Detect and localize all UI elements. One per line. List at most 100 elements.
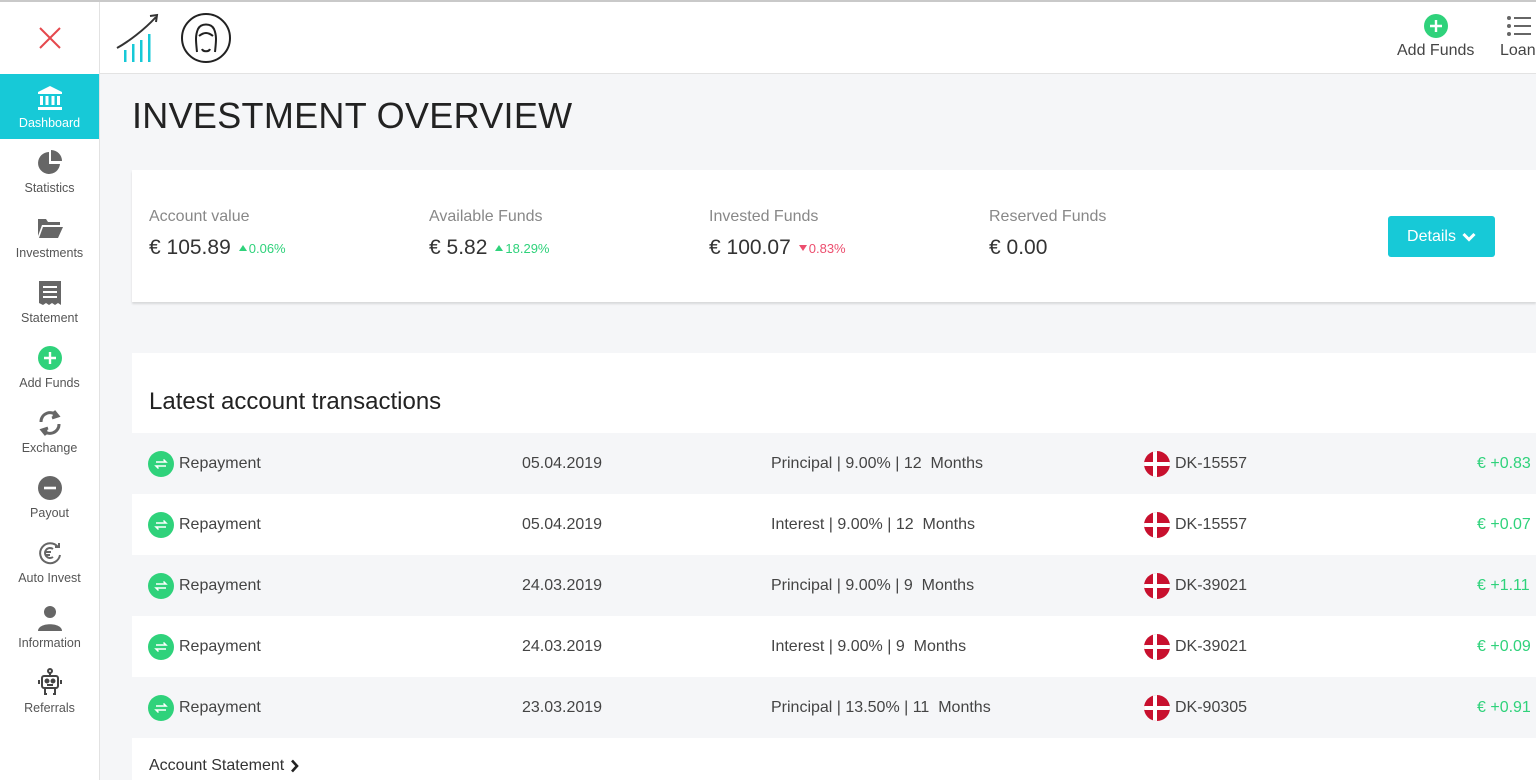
invested-funds-change: 0.83% bbox=[798, 240, 846, 256]
transaction-amount: € +1.11 bbox=[1477, 576, 1530, 594]
invested-funds-change-text: 0.83% bbox=[808, 240, 846, 256]
repayment-icon bbox=[148, 450, 174, 477]
sidebar-item-label: Information bbox=[18, 635, 81, 650]
denmark-flag-icon bbox=[1144, 633, 1170, 660]
receipt-icon bbox=[36, 279, 64, 307]
plus-circle-icon bbox=[1423, 12, 1449, 40]
sidebar-item-exchange[interactable]: Exchange bbox=[0, 399, 99, 464]
chevron-down-icon bbox=[1462, 232, 1476, 242]
table-row[interactable]: Repayment 24.03.2019 Interest | 9.00% | … bbox=[132, 616, 1536, 677]
repayment-icon bbox=[148, 694, 174, 721]
sidebar-item-label: Investments bbox=[15, 245, 84, 260]
invested-funds-label: Invested Funds bbox=[709, 208, 819, 225]
table-row[interactable]: Repayment 05.04.2019 Interest | 9.00% | … bbox=[132, 494, 1536, 555]
available-funds-stat: Available Funds € 5.82 18.29% bbox=[429, 208, 549, 260]
account-value-stat: Account value € 105.89 0.06% bbox=[149, 208, 286, 260]
user-avatar-icon bbox=[181, 13, 231, 63]
invested-funds-stat: Invested Funds € 100.07 0.83% bbox=[709, 208, 846, 260]
sidebar-item-payout[interactable]: Payout bbox=[0, 464, 99, 529]
account-statement-link[interactable]: Account Statement bbox=[149, 757, 299, 775]
transaction-date: 05.04.2019 bbox=[522, 454, 603, 472]
avatar[interactable] bbox=[180, 12, 232, 69]
repayment-icon bbox=[148, 633, 174, 660]
sidebar-item-label: Auto Invest bbox=[18, 570, 81, 585]
transaction-description: Principal | 13.50% | 11 Months bbox=[771, 698, 991, 716]
reserved-funds-label: Reserved Funds bbox=[989, 208, 1107, 225]
list-icon bbox=[1505, 12, 1531, 40]
sidebar-item-add-funds[interactable]: Add Funds bbox=[0, 334, 99, 399]
available-funds-label: Available Funds bbox=[429, 208, 543, 225]
sidebar-item-statistics[interactable]: Statistics bbox=[0, 139, 99, 204]
sidebar-item-label: Exchange bbox=[21, 440, 78, 455]
arrow-up-icon bbox=[238, 245, 247, 251]
sidebar-item-information[interactable]: Information bbox=[0, 594, 99, 659]
transaction-type: Repayment bbox=[179, 515, 261, 533]
repayment-icon bbox=[148, 572, 174, 599]
sidebar-item-label: Dashboard bbox=[18, 115, 81, 130]
account-value-change: 0.06% bbox=[238, 240, 286, 256]
sidebar-item-investments[interactable]: Investments bbox=[0, 204, 99, 269]
denmark-flag-icon bbox=[1144, 694, 1170, 721]
arrow-down-icon bbox=[798, 245, 807, 251]
brand-logo[interactable] bbox=[114, 10, 162, 71]
transaction-description: Principal | 9.00% | 9 Months bbox=[771, 576, 975, 594]
transaction-amount: € +0.91 bbox=[1477, 698, 1531, 716]
close-menu-button[interactable] bbox=[0, 2, 99, 74]
sidebar-item-referrals[interactable]: Referrals bbox=[0, 659, 99, 724]
account-value-amount: € 105.89 bbox=[149, 236, 231, 259]
pie-chart-icon bbox=[36, 149, 64, 177]
plus-circle-icon bbox=[37, 344, 63, 372]
denmark-flag-icon bbox=[1144, 511, 1170, 538]
sidebar-item-auto-invest[interactable]: Auto Invest bbox=[0, 529, 99, 594]
transaction-date: 24.03.2019 bbox=[522, 576, 603, 594]
growth-chart-logo-icon bbox=[116, 13, 159, 62]
denmark-flag-icon bbox=[1144, 572, 1170, 599]
details-button-label: Details bbox=[1407, 227, 1456, 245]
available-funds-amount: € 5.82 bbox=[429, 236, 488, 259]
transaction-description: Principal | 9.00% | 12 Months bbox=[771, 454, 983, 472]
invested-funds-amount: € 100.07 bbox=[709, 236, 791, 259]
loan-id-link[interactable]: DK-15557 bbox=[1175, 455, 1247, 473]
loan-id-link[interactable]: DK-90305 bbox=[1175, 699, 1247, 717]
transaction-date: 23.03.2019 bbox=[522, 698, 603, 716]
sidebar-item-label: Add Funds bbox=[19, 375, 80, 390]
table-row[interactable]: Repayment 24.03.2019 Principal | 9.00% |… bbox=[132, 555, 1536, 616]
reserved-funds-amount: € 0.00 bbox=[989, 236, 1048, 259]
transaction-type: Repayment bbox=[179, 637, 261, 655]
account-value-change-text: 0.06% bbox=[248, 240, 286, 256]
header-loans-button[interactable]: Loan bbox=[1500, 12, 1536, 60]
transaction-amount: € +0.09 bbox=[1477, 637, 1531, 655]
sidebar-item-label: Referrals bbox=[24, 700, 75, 715]
sidebar-item-dashboard[interactable]: Dashboard bbox=[0, 74, 99, 139]
table-row[interactable]: Repayment 05.04.2019 Principal | 9.00% |… bbox=[132, 433, 1536, 494]
chevron-right-icon bbox=[291, 759, 299, 773]
sidebar-item-label: Statement bbox=[21, 310, 78, 325]
header-add-funds-button[interactable]: Add Funds bbox=[1397, 12, 1474, 60]
repayment-icon bbox=[148, 511, 174, 538]
minus-circle-icon bbox=[37, 474, 63, 502]
reserved-funds-stat: Reserved Funds € 0.00 bbox=[989, 208, 1106, 260]
euro-cycle-icon bbox=[36, 539, 64, 567]
close-icon bbox=[38, 27, 61, 49]
sidebar-item-label: Statistics bbox=[24, 180, 75, 195]
details-button[interactable]: Details bbox=[1388, 216, 1495, 257]
transactions-title: Latest account transactions bbox=[149, 388, 442, 415]
table-row[interactable]: Repayment 23.03.2019 Principal | 13.50% … bbox=[132, 677, 1536, 738]
top-header: Add Funds Loan bbox=[100, 2, 1536, 74]
available-funds-change-text: 18.29% bbox=[505, 240, 550, 256]
page-title: INVESTMENT OVERVIEW bbox=[132, 95, 573, 136]
transaction-amount: € +0.83 bbox=[1477, 454, 1531, 472]
available-funds-change: 18.29% bbox=[495, 241, 549, 256]
transaction-description: Interest | 9.00% | 12 Months bbox=[771, 515, 975, 533]
loan-id-link[interactable]: DK-39021 bbox=[1175, 577, 1247, 595]
sidebar-item-statement[interactable]: Statement bbox=[0, 269, 99, 334]
transaction-description: Interest | 9.00% | 9 Months bbox=[771, 637, 967, 655]
transaction-type: Repayment bbox=[179, 698, 261, 716]
latest-transactions-card: Latest account transactions Repayment 05… bbox=[132, 353, 1536, 780]
refresh-icon bbox=[36, 409, 64, 437]
loan-id-link[interactable]: DK-15557 bbox=[1175, 516, 1247, 534]
folder-open-icon bbox=[36, 214, 64, 242]
account-value-label: Account value bbox=[149, 208, 250, 225]
transaction-type: Repayment bbox=[179, 576, 261, 594]
loan-id-link[interactable]: DK-39021 bbox=[1175, 638, 1247, 656]
